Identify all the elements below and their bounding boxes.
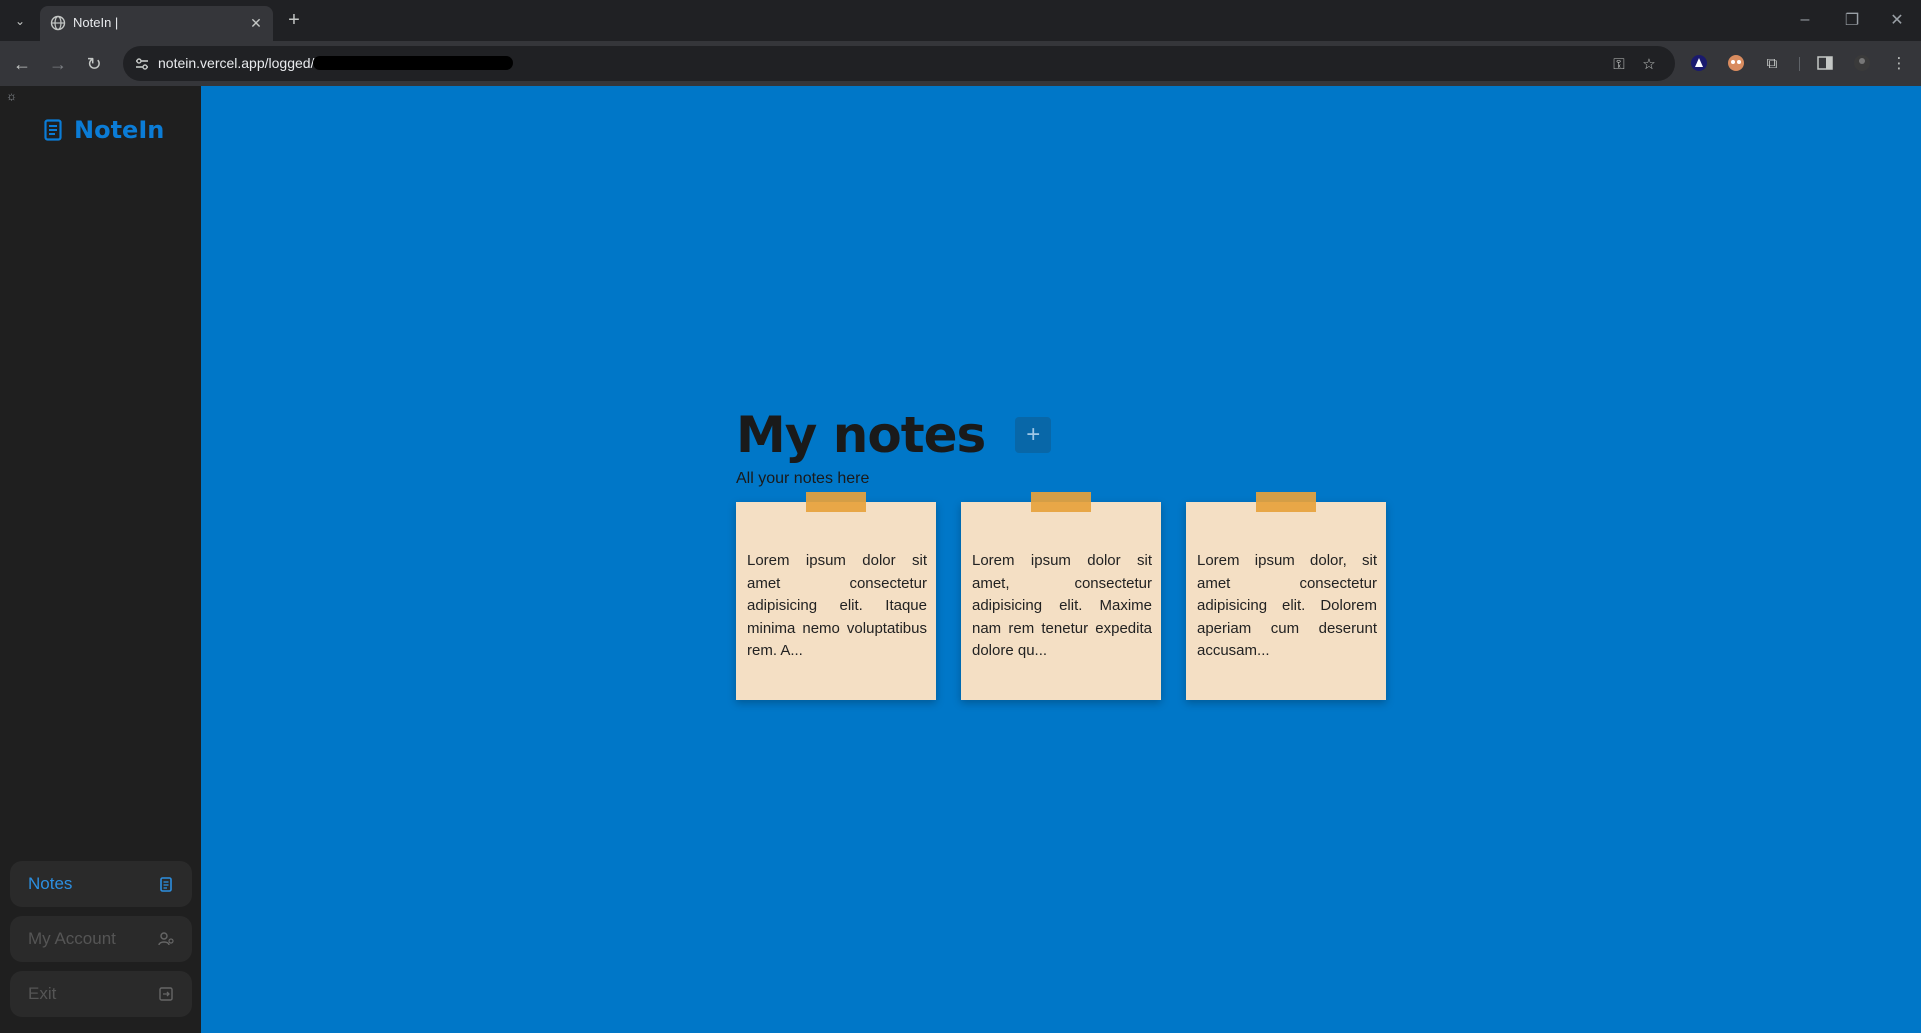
globe-icon [50, 15, 66, 31]
page-title: My notes [736, 406, 986, 464]
redacted-url-segment [313, 56, 513, 70]
notes-grid: Lorem ipsum dolor sit amet consectetur a… [736, 492, 1436, 722]
window-close-icon[interactable]: ✕ [1880, 6, 1914, 34]
plus-icon: + [1026, 421, 1041, 448]
notes-icon [158, 876, 174, 892]
site-info-icon[interactable] [133, 55, 151, 73]
browser-tab[interactable]: NoteIn | ✕ [40, 6, 273, 41]
exit-icon [158, 986, 174, 1002]
sidebar-item-label: Notes [28, 874, 73, 893]
address-bar[interactable]: notein.vercel.app/logged/ ⚿ ☆ [123, 46, 1675, 81]
new-tab-icon[interactable]: + [282, 8, 306, 32]
tape-decoration [1256, 492, 1316, 512]
url-text[interactable]: notein.vercel.app/logged/ [158, 55, 314, 71]
tab-title: NoteIn | [73, 15, 119, 30]
sidebar-item-label: Exit [28, 984, 57, 1003]
browser-tab-strip: ⌄ NoteIn | ✕ + – ❐ ✕ [0, 0, 1921, 41]
forward-icon[interactable]: → [44, 50, 72, 78]
document-icon [44, 119, 62, 141]
extensions-puzzle-icon[interactable]: ⧉ [1760, 51, 1784, 75]
sidebar-item-label: My Account [28, 929, 116, 948]
note-preview-text: Lorem ipsum dolor sit amet consectetur a… [747, 552, 927, 659]
minimize-icon[interactable]: – [1788, 6, 1822, 34]
menu-kebab-icon[interactable]: ⋮ [1887, 51, 1911, 75]
account-icon [158, 931, 174, 947]
page-viewport: ☼ NoteIn Notes My Account Exit My notes … [0, 86, 1921, 1033]
sidebar-item-my-account[interactable]: My Account [10, 916, 192, 962]
note-card[interactable]: Lorem ipsum dolor, sit amet consectetur … [1186, 492, 1386, 700]
restore-icon[interactable]: ❐ [1835, 6, 1869, 34]
reload-icon[interactable]: ↻ [80, 50, 108, 78]
notes-main: My notes + All your notes here Lorem ips… [736, 406, 1436, 700]
brand-logo[interactable]: NoteIn [44, 116, 164, 144]
page-subtitle: All your notes here [736, 470, 870, 487]
note-card[interactable]: Lorem ipsum dolor sit amet consectetur a… [736, 492, 936, 700]
browser-toolbar: ← → ↻ notein.vercel.app/logged/ ⚿ ☆ ⧉ ⋮ [0, 41, 1921, 86]
tab-close-icon[interactable]: ✕ [245, 12, 267, 34]
sidebar: ☼ NoteIn Notes My Account Exit [0, 86, 201, 1033]
toolbar-divider [1799, 57, 1800, 71]
extension-face-icon[interactable] [1724, 51, 1748, 75]
brand-name: NoteIn [74, 116, 165, 144]
note-preview-text: Lorem ipsum dolor sit amet, consectetur … [972, 552, 1152, 659]
tape-decoration [1031, 492, 1091, 512]
tab-search-icon[interactable]: ⌄ [8, 9, 32, 33]
back-icon[interactable]: ← [8, 50, 36, 78]
theme-toggle-icon[interactable]: ☼ [6, 89, 20, 103]
note-card[interactable]: Lorem ipsum dolor sit amet, consectetur … [961, 492, 1161, 700]
sidebar-item-notes[interactable]: Notes [10, 861, 192, 907]
password-key-icon[interactable]: ⚿ [1609, 54, 1629, 74]
bookmark-star-icon[interactable]: ☆ [1639, 54, 1659, 74]
add-note-button[interactable]: + [1015, 417, 1052, 453]
sidebar-item-exit[interactable]: Exit [10, 971, 192, 1017]
tape-decoration [806, 492, 866, 512]
profile-avatar-icon[interactable] [1850, 51, 1874, 75]
extension-triangle-icon[interactable] [1687, 51, 1711, 75]
note-preview-text: Lorem ipsum dolor, sit amet consectetur … [1197, 552, 1377, 659]
side-panel-icon[interactable] [1813, 51, 1837, 75]
